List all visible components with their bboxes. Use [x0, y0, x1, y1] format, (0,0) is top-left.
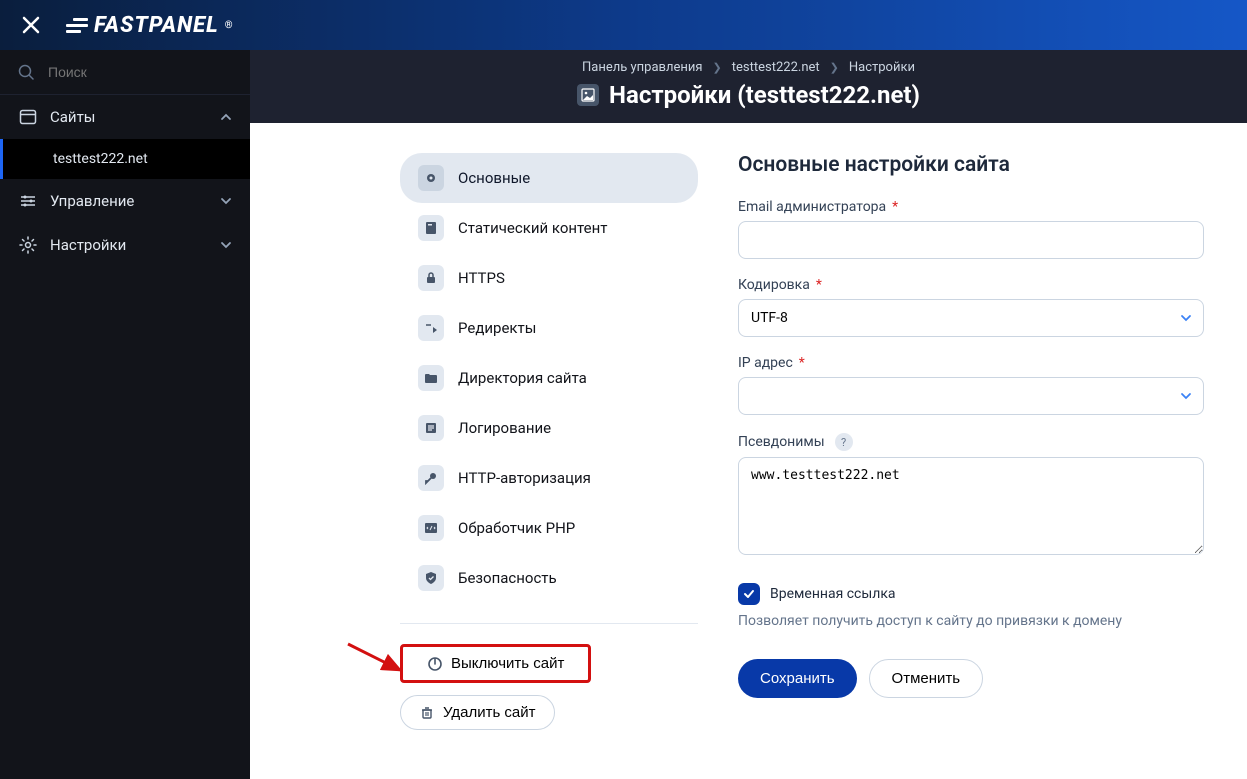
page-title: Настройки (testtest222.net) [609, 81, 920, 109]
check-icon [742, 587, 756, 601]
nav-site-item[interactable]: testtest222.net [0, 139, 250, 179]
setnav-main-label: Основные [458, 169, 530, 187]
main: Панель управления ❯ testtest222.net ❯ На… [250, 50, 1247, 779]
close-button[interactable] [16, 10, 46, 40]
folder-icon [418, 365, 444, 391]
breadcrumb-sep: ❯ [830, 61, 839, 74]
lock-icon [418, 265, 444, 291]
help-icon[interactable]: ? [835, 433, 853, 451]
setnav-https[interactable]: HTTPS [400, 253, 698, 303]
nav-settings-label: Настройки [50, 236, 126, 254]
power-icon [427, 656, 443, 672]
chevron-up-icon [220, 111, 232, 123]
setnav-static[interactable]: Статический контент [400, 203, 698, 253]
breadcrumb-site[interactable]: testtest222.net [732, 60, 820, 75]
email-label: Email администратора* [738, 199, 1204, 215]
divider [400, 623, 698, 624]
breadcrumb-root[interactable]: Панель управления [582, 60, 703, 75]
templink-label: Временная ссылка [770, 586, 896, 602]
save-button[interactable]: Сохранить [738, 659, 857, 698]
window-icon [18, 107, 38, 127]
app-header: FASTPANEL ® [0, 0, 1247, 50]
setnav-redirects[interactable]: Редиректы [400, 303, 698, 353]
setnav-php[interactable]: Обработчик PHP [400, 503, 698, 553]
delete-site-label: Удалить сайт [443, 704, 536, 721]
setnav-php-label: Обработчик PHP [458, 519, 575, 537]
settings-nav: Основные Статический контент HTTPS [400, 153, 698, 603]
setnav-security-label: Безопасность [458, 569, 557, 587]
encoding-select[interactable] [738, 299, 1204, 337]
breadcrumb-leaf: Настройки [849, 60, 915, 75]
disable-site-label: Выключить сайт [451, 655, 564, 672]
form: Основные настройки сайта Email администр… [698, 153, 1208, 779]
setnav-directory[interactable]: Директория сайта [400, 353, 698, 403]
encoding-label: Кодировка* [738, 277, 1204, 293]
registered-mark: ® [225, 20, 234, 31]
logo-icon [66, 18, 88, 33]
breadcrumb: Панель управления ❯ testtest222.net ❯ На… [250, 60, 1247, 75]
topbar: Панель управления ❯ testtest222.net ❯ На… [250, 50, 1247, 123]
setnav-main[interactable]: Основные [400, 153, 698, 203]
document-icon [418, 215, 444, 241]
aliases-label: Псевдонимы ? [738, 433, 1204, 451]
setnav-static-label: Статический контент [458, 219, 608, 237]
log-icon [418, 415, 444, 441]
email-field[interactable] [738, 221, 1204, 259]
gear-icon [18, 235, 38, 255]
setnav-security[interactable]: Безопасность [400, 553, 698, 603]
cancel-button[interactable]: Отменить [869, 659, 984, 698]
setnav-https-label: HTTPS [458, 269, 505, 287]
chevron-down-icon [220, 239, 232, 251]
chevron-down-icon [220, 195, 232, 207]
gear-icon [418, 165, 444, 191]
setnav-httpauth-label: HTTP-авторизация [458, 469, 591, 487]
nav-management-label: Управление [50, 192, 134, 210]
nav-management[interactable]: Управление [0, 179, 250, 223]
aliases-textarea[interactable] [738, 457, 1204, 555]
ip-label: IP адрес* [738, 355, 1204, 371]
search-input[interactable] [48, 64, 232, 80]
ip-select[interactable] [738, 377, 1204, 415]
nav-settings[interactable]: Настройки [0, 223, 250, 267]
nav-sites[interactable]: Сайты [0, 95, 250, 139]
brand-name: FASTPANEL [94, 13, 219, 38]
search-icon [18, 64, 34, 80]
sidebar: Сайты testtest222.net Управление Настрой… [0, 50, 250, 779]
form-title: Основные настройки сайта [738, 153, 1204, 177]
templink-hint: Позволяет получить доступ к сайту до при… [738, 613, 1204, 629]
setnav-directory-label: Директория сайта [458, 369, 587, 387]
code-icon [418, 515, 444, 541]
nav-sites-label: Сайты [50, 108, 95, 126]
templink-checkbox[interactable] [738, 583, 760, 605]
shield-icon [418, 565, 444, 591]
setnav-logging[interactable]: Логирование [400, 403, 698, 453]
logo: FASTPANEL ® [66, 13, 234, 38]
breadcrumb-sep: ❯ [713, 61, 722, 74]
disable-site-button[interactable]: Выключить сайт [400, 644, 591, 683]
setnav-redirects-label: Редиректы [458, 319, 536, 337]
sliders-icon [18, 191, 38, 211]
setnav-logging-label: Логирование [458, 419, 551, 437]
setnav-httpauth[interactable]: HTTP-авторизация [400, 453, 698, 503]
trash-icon [419, 705, 435, 721]
nav-site-label: testtest222.net [53, 151, 148, 167]
key-icon [418, 465, 444, 491]
redirect-icon [418, 315, 444, 341]
delete-site-button[interactable]: Удалить сайт [400, 695, 555, 730]
sidebar-search[interactable] [0, 50, 250, 95]
image-icon [577, 84, 599, 106]
close-icon [22, 16, 40, 34]
